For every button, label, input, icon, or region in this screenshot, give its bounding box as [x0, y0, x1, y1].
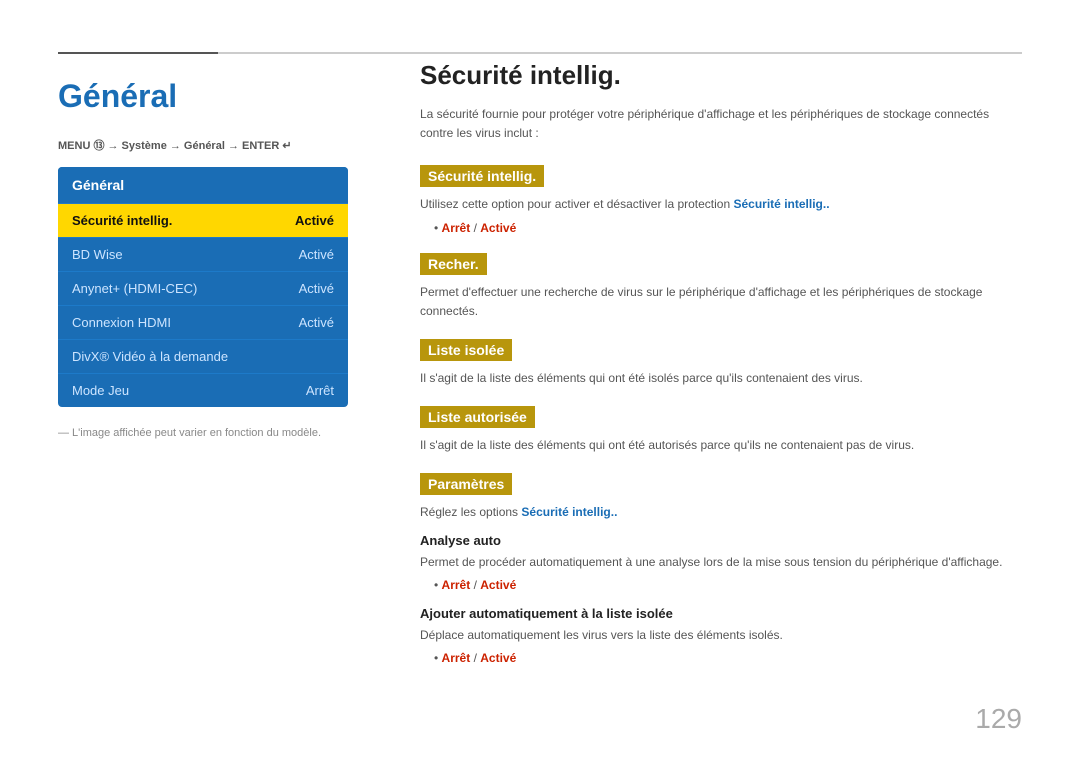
bullet-item: Arrêt / Activé: [434, 651, 1022, 665]
section-securite: Sécurité intellig. Utilisez cette option…: [420, 165, 1022, 234]
nav-item-label: Mode Jeu: [72, 383, 129, 398]
top-border: [58, 52, 1022, 54]
section-heading-liste-isolee: Liste isolée: [420, 339, 512, 361]
nav-item-label: Anynet+ (HDMI-CEC): [72, 281, 197, 296]
section-heading-recher: Recher.: [420, 253, 487, 275]
subsection-body-analyse: Permet de procéder automatiquement à une…: [420, 553, 1022, 572]
nav-item-label: BD Wise: [72, 247, 123, 262]
section-recher: Recher. Permet d'effectuer une recherche…: [420, 253, 1022, 321]
nav-item-mode-jeu[interactable]: Mode Jeu Arrêt: [58, 374, 348, 407]
page-number: 129: [975, 703, 1022, 735]
nav-item-divx[interactable]: DivX® Vidéo à la demande: [58, 340, 348, 374]
section-body-securite: Utilisez cette option pour activer et dé…: [420, 195, 1022, 214]
right-panel: Sécurité intellig. La sécurité fournie p…: [420, 60, 1022, 683]
section-parametres: Paramètres Réglez les options Sécurité i…: [420, 473, 1022, 665]
nav-item-label: Sécurité intellig.: [72, 213, 172, 228]
nav-item-securite-intellig[interactable]: Sécurité intellig. Activé: [58, 204, 348, 238]
subsection-title-analyse: Analyse auto: [420, 533, 1022, 548]
bullet-list-ajouter: Arrêt / Activé: [434, 651, 1022, 665]
left-panel: Général MENU ⑬ → Système → Général → ENT…: [58, 60, 368, 439]
bullet-item: Arrêt / Activé: [434, 221, 1022, 235]
nav-menu: Général Sécurité intellig. Activé BD Wis…: [58, 167, 348, 407]
subsection-title-ajouter: Ajouter automatiquement à la liste isolé…: [420, 606, 1022, 621]
menu-path: MENU ⑬ → Système → Général → ENTER ↵: [58, 137, 368, 153]
nav-menu-title: Général: [58, 167, 348, 204]
subsection-body-ajouter: Déplace automatiquement les virus vers l…: [420, 626, 1022, 645]
section-heading-liste-autorisee: Liste autorisée: [420, 406, 535, 428]
nav-item-value: Activé: [295, 213, 334, 228]
nav-item-connexion-hdmi[interactable]: Connexion HDMI Activé: [58, 306, 348, 340]
nav-item-anynet[interactable]: Anynet+ (HDMI-CEC) Activé: [58, 272, 348, 306]
nav-item-value: Arrêt: [306, 383, 334, 398]
nav-item-bd-wise[interactable]: BD Wise Activé: [58, 238, 348, 272]
nav-item-label: Connexion HDMI: [72, 315, 171, 330]
bullet-list-securite: Arrêt / Activé: [434, 221, 1022, 235]
nav-item-label: DivX® Vidéo à la demande: [72, 349, 228, 364]
nav-item-value: Activé: [299, 247, 334, 262]
section-liste-autorisee: Liste autorisée Il s'agit de la liste de…: [420, 406, 1022, 455]
section-heading-securite: Sécurité intellig.: [420, 165, 544, 187]
section-body-parametres: Réglez les options Sécurité intellig..: [420, 503, 1022, 522]
section-body-liste-isolee: Il s'agit de la liste des éléments qui o…: [420, 369, 1022, 388]
section-body-recher: Permet d'effectuer une recherche de viru…: [420, 283, 1022, 321]
section-body-liste-autorisee: Il s'agit de la liste des éléments qui o…: [420, 436, 1022, 455]
section-main-title: Sécurité intellig.: [420, 60, 1022, 91]
footnote: — L'image affichée peut varier en foncti…: [58, 427, 368, 439]
section-liste-isolee: Liste isolée Il s'agit de la liste des é…: [420, 339, 1022, 388]
page-title: Général: [58, 78, 368, 115]
nav-item-value: Activé: [299, 281, 334, 296]
section-heading-parametres: Paramètres: [420, 473, 512, 495]
bullet-list-analyse: Arrêt / Activé: [434, 578, 1022, 592]
nav-item-value: Activé: [299, 315, 334, 330]
bullet-item: Arrêt / Activé: [434, 578, 1022, 592]
intro-text: La sécurité fournie pour protéger votre …: [420, 105, 1020, 143]
